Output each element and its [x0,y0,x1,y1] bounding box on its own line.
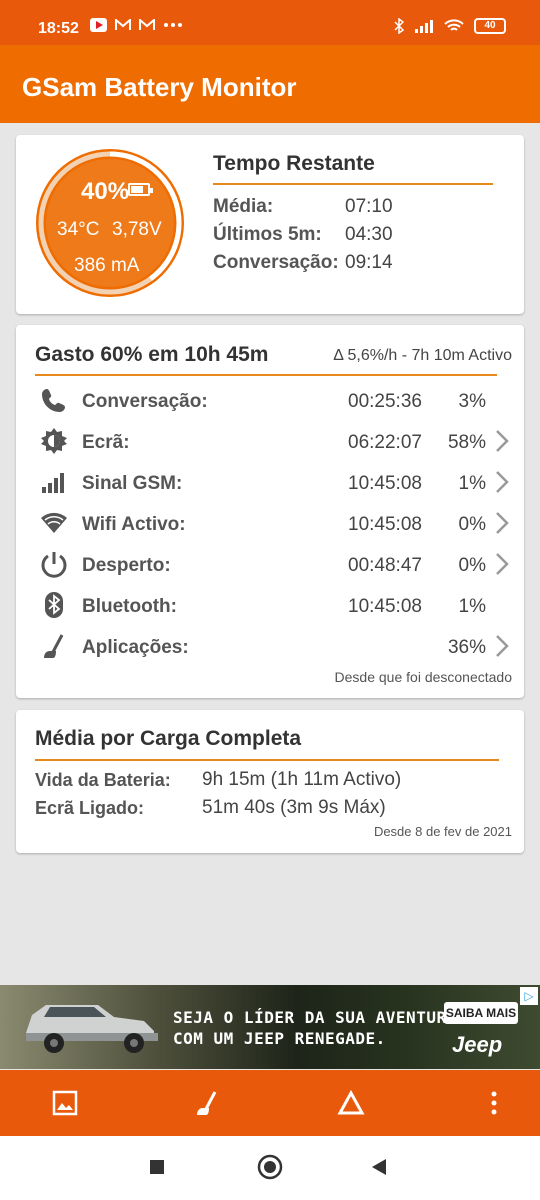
wifi-icon [444,19,464,31]
chevron-right-icon[interactable] [494,634,510,658]
usage-row-time: 06:22:07 [348,432,422,453]
usage-row-screen[interactable]: Ecrã: 06:22:07 58% [16,423,524,463]
system-nav-bar [0,1136,540,1200]
signal-icon [415,20,433,33]
usage-row-percent: 0% [458,514,486,535]
usage-row-time: 00:48:47 [348,555,422,576]
status-bar: 18:52 40 [0,0,540,45]
remaining-label-talk: Conversação: [213,252,339,273]
full-charge-value-battery-life: 9h 15m (1h 11m Activo) [202,769,402,790]
usage-row-percent: 0% [458,555,486,576]
time-remaining-title: Tempo Restante [213,152,375,175]
status-time: 18:52 [38,20,79,37]
brightness-icon [41,428,67,454]
time-remaining-card[interactable]: 40% 34°C 3,78V 386 mA Tempo Restante Méd… [16,135,524,314]
battery-icon [128,183,153,196]
remaining-label-last5m: Últimos 5m: [213,224,322,245]
app-title: GSam Battery Monitor [22,72,297,102]
notification-icons [90,18,183,32]
divider [35,759,499,761]
usage-row-time: 10:45:08 [348,514,422,535]
usage-row-time: 00:25:36 [348,391,422,412]
recents-icon[interactable] [148,1158,166,1176]
bluetooth-icon [45,592,63,618]
full-charge-title: Média por Carga Completa [35,727,302,750]
usage-row-label: Desperto: [82,555,171,576]
usage-row-gsm[interactable]: Sinal GSM: 10:45:08 1% [16,464,524,504]
divider [35,374,497,376]
home-icon[interactable] [257,1154,283,1180]
usage-row-label: Wifi Activo: [82,514,186,535]
usage-row-call[interactable]: Conversação: 00:25:36 3% [16,382,524,422]
gmail-icon [139,19,155,30]
usage-row-apps[interactable]: Aplicações: 36% [16,628,524,668]
battery-voltage: 3,78V [112,219,162,240]
ad-banner[interactable]: SEJA O LÍDER DA SUA AVENTURA COM UM JEEP… [0,985,540,1069]
battery-status-icon: 40 [474,18,506,34]
usage-card: Gasto 60% em 10h 45m Δ 5,6%/h - 7h 10m A… [16,325,524,698]
remaining-value-last5m: 04:30 [345,224,393,245]
usage-row-percent: 1% [458,473,486,494]
usage-row-time: 10:45:08 [348,596,422,617]
ad-brand-logo: Jeep [452,1032,503,1057]
usage-rate: Δ 5,6%/h - 7h 10m Activo [333,347,512,364]
phone-icon [42,389,65,412]
full-charge-value-screen-on: 51m 40s (3m 9s Máx) [202,797,386,818]
usage-row-percent: 1% [458,596,486,617]
usage-row-time: 10:45:08 [348,473,422,494]
chevron-right-icon[interactable] [494,429,510,453]
app-bar: GSam Battery Monitor [0,45,540,123]
usage-row-awake[interactable]: Desperto: 00:48:47 0% [16,546,524,586]
more-dots-icon [164,23,182,27]
remaining-value-average: 07:10 [345,196,393,217]
usage-row-percent: 58% [447,432,486,453]
battery-percent: 40% [81,178,130,205]
usage-row-label: Ecrã: [82,432,130,453]
back-icon[interactable] [370,1158,388,1176]
power-icon [41,552,67,578]
gmail-icon [115,19,131,30]
usage-row-label: Sinal GSM: [82,473,183,494]
usage-row-percent: 3% [458,391,486,412]
apps-broom-icon [44,634,64,658]
usage-row-percent: 36% [447,637,486,658]
full-charge-footer: Desde 8 de fev de 2021 [373,824,512,839]
ad-cta-button[interactable]: SAIBA MAIS [444,1002,518,1024]
usage-row-label: Bluetooth: [82,596,177,617]
battery-current: 386 mA [74,255,140,276]
wifi-icon [41,512,67,533]
youtube-icon [90,18,107,32]
cell-signal-icon [42,473,64,493]
usage-row-label: Conversação: [82,391,208,412]
usage-row-bluetooth[interactable]: Bluetooth: 10:45:08 1% [16,587,524,627]
chevron-right-icon[interactable] [494,552,510,576]
bottom-toolbar [0,1070,540,1136]
ad-subheadline: COM UM JEEP RENEGADE. [173,1029,386,1048]
usage-footer: Desde que foi desconectado [334,669,512,685]
bluetooth-icon [394,18,404,34]
battery-temperature: 34°C [57,219,100,240]
overflow-menu-icon[interactable] [480,1089,508,1117]
adchoices-icon[interactable]: ▷ [520,987,538,1005]
delta-icon[interactable] [337,1089,365,1117]
chevron-right-icon[interactable] [494,511,510,535]
divider [213,183,493,185]
usage-row-label: Aplicações: [82,637,189,658]
full-charge-label-screen-on: Ecrã Ligado: [35,798,145,818]
usage-row-wifi[interactable]: Wifi Activo: 10:45:08 0% [16,505,524,545]
ad-headline: SEJA O LÍDER DA SUA AVENTURA [173,1008,457,1027]
image-icon[interactable] [51,1089,79,1117]
usage-title: Gasto 60% em 10h 45m [35,343,269,366]
car-image [26,1005,158,1053]
system-icons: 40 [394,18,506,34]
full-charge-label-battery-life: Vida da Bateria: [35,770,171,790]
apps-broom-icon[interactable] [193,1089,221,1117]
remaining-label-average: Média: [213,196,274,217]
remaining-value-talk: 09:14 [345,252,393,273]
chevron-right-icon[interactable] [494,470,510,494]
full-charge-card[interactable]: Média por Carga Completa Vida da Bateria… [16,710,524,853]
